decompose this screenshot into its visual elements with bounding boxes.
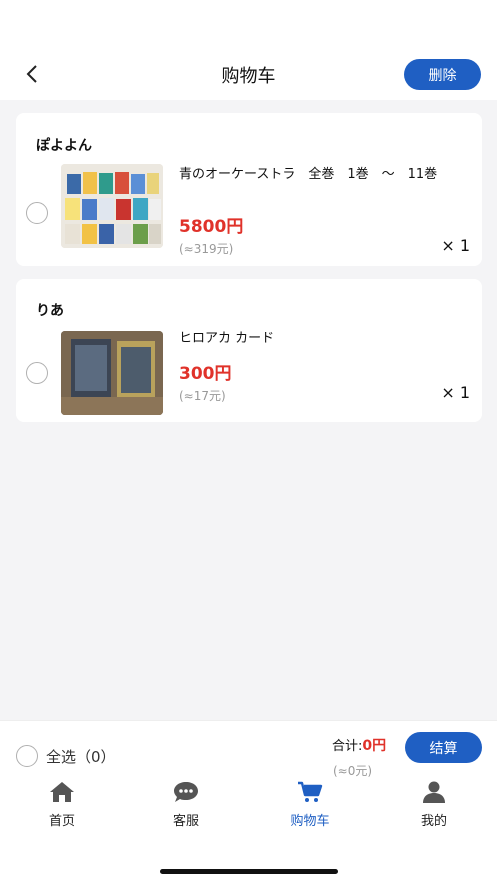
product-image[interactable]: [61, 331, 163, 415]
tab-profile[interactable]: 我的: [394, 780, 474, 829]
tab-cart[interactable]: 购物车: [270, 780, 350, 829]
product-quantity: × 1: [441, 236, 470, 255]
product-price-cny: (≈17元): [179, 389, 226, 403]
select-all-checkbox[interactable]: [16, 745, 38, 767]
total-label: 合计:: [332, 739, 363, 754]
cart-group: りあ ヒロアカ カード 300円 (≈17元) × 1: [16, 279, 482, 422]
chat-icon: [174, 782, 198, 802]
total-cny: (≈0元): [333, 764, 373, 778]
tab-label: 我的: [420, 814, 447, 829]
total-amount: 0円: [362, 738, 387, 754]
delete-button[interactable]: 删除: [404, 59, 481, 90]
item-checkbox[interactable]: [26, 362, 48, 384]
tab-home[interactable]: 首页: [22, 780, 102, 829]
seller-name: りあ: [36, 303, 64, 319]
tab-customer-service[interactable]: 客服: [146, 780, 226, 829]
home-icon: [50, 782, 74, 802]
product-price-cny: (≈319元): [179, 242, 234, 256]
product-price: 300円: [179, 364, 232, 384]
product-title[interactable]: 青のオーケーストラ 全巻 1巻 ～ 11巻: [179, 165, 464, 185]
home-indicator: [160, 869, 338, 874]
tab-label: 首页: [48, 814, 75, 829]
seller-name: ぽよよん: [36, 138, 92, 154]
user-icon: [423, 781, 445, 803]
cart-group: ぽよよん 青のオーケーストラ 全巻 1巻 ～ 11巻 5800円 (≈319元): [16, 113, 482, 266]
product-image[interactable]: [61, 164, 163, 248]
tab-label: 购物车: [290, 814, 330, 829]
select-all-toggle[interactable]: 全选（0）: [16, 745, 116, 767]
tab-label: 客服: [172, 814, 199, 829]
item-checkbox[interactable]: [26, 202, 48, 224]
checkout-button[interactable]: 结算: [405, 732, 482, 763]
product-title[interactable]: ヒロアカ カード: [179, 329, 464, 349]
total-summary: 合计:0円: [332, 735, 386, 755]
trading-cards-image: [61, 331, 163, 415]
tab-bar: 首页 客服 购物车 我的: [0, 780, 497, 836]
top-bar: 购物车 删除: [0, 0, 497, 100]
select-all-label: 全选（0）: [46, 747, 116, 766]
cart-icon: [298, 781, 323, 802]
manga-volumes-image: [61, 164, 163, 248]
product-price: 5800円: [179, 217, 244, 237]
product-quantity: × 1: [441, 383, 470, 402]
